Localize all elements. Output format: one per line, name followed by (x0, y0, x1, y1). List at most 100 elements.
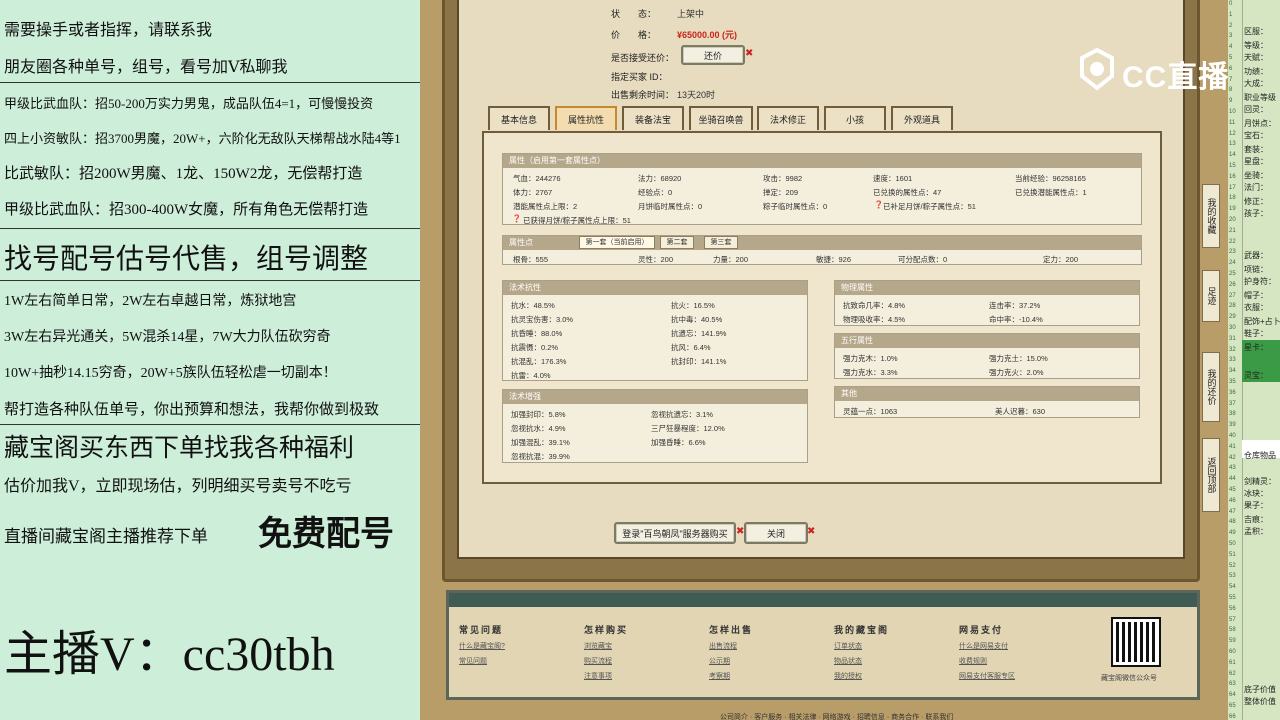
row-label: 配饰+占卜 (1244, 317, 1280, 326)
tab-basic[interactable]: 基本信息 (488, 106, 550, 130)
footer-col-title: 怎样出售 (709, 625, 754, 635)
row-label: 仓库物品 (1244, 451, 1276, 460)
buyer-id-label: 指定买家 ID： (611, 72, 668, 82)
resist-cell: 抗封印：141.1% (671, 357, 727, 366)
help-icon[interactable]: ❓ (512, 214, 521, 223)
my-favorites-button[interactable]: 我的收藏 (1202, 184, 1220, 248)
row-number: 30 (1229, 325, 1236, 331)
footer-link[interactable]: 考察期 (709, 671, 753, 681)
divider (0, 280, 420, 281)
point-set-tab-3[interactable]: 第三套 (704, 236, 738, 249)
cc-logo-icon (1080, 47, 1114, 91)
point-cell: 根骨：555 (513, 255, 549, 264)
tab-mounts-pets[interactable]: 坐骑召唤兽 (689, 106, 753, 130)
status-label: 状 态： (611, 9, 657, 19)
row-number: 42 (1229, 454, 1236, 461)
footer-link[interactable]: 什么是网易支付 (959, 641, 1015, 651)
overlay-line: 藏宝阁买东西下单找我各种福利 (4, 435, 355, 462)
my-bargains-button[interactable]: 我的还价 (1202, 352, 1220, 422)
footer-col-title: 怎样购买 (584, 625, 629, 635)
footer-link[interactable]: 收费规则 (959, 656, 1015, 666)
footer-link[interactable]: 公示期 (709, 656, 753, 666)
point-set-tab-2[interactable]: 第二套 (660, 236, 694, 249)
enhance-cell: 加强昏睡：6.6% (651, 438, 706, 447)
attr-cell: 月饼临时属性点：0 (638, 202, 703, 211)
row-number: 55 (1229, 595, 1236, 601)
row-number: 27 (1229, 292, 1236, 299)
row-number: 12 (1229, 130, 1236, 137)
point-set-tab-1[interactable]: 第一套（当前启用） (579, 236, 655, 249)
footprint-button[interactable]: 足迹 (1202, 270, 1220, 322)
attr-cell: 已兑换的属性点：47 (873, 188, 942, 197)
row-label: 衣服： (1244, 303, 1268, 312)
row-label: 武器： (1244, 251, 1268, 260)
footer-bar (449, 593, 1197, 607)
tab-child[interactable]: 小孩 (824, 106, 886, 130)
footer-link[interactable]: 出售流程 (709, 641, 753, 651)
attributes-box: 属性（启用第一套属性点） 气血：244276 法力：68920 攻击：9982 … (502, 153, 1142, 225)
five-element-title: 五行属性 (835, 334, 1139, 348)
tab-equipment[interactable]: 装备法宝 (622, 106, 684, 130)
other-box: 其他 灵蕴一点：1063 美人迟暮：630 (834, 386, 1140, 418)
row-number: 41 (1229, 443, 1236, 450)
bottom-links[interactable]: 公司简介 · 客户服务 · 相关法律 · 网络游戏 · 招聘信息 · 商务合作 … (720, 712, 953, 720)
resist-cell: 抗火：16.5% (671, 301, 715, 310)
point-cell: 可分配点数：0 (898, 255, 948, 264)
logo-text: CC直播 (1122, 61, 1230, 94)
remaining-label: 出售剩余时间： (611, 90, 675, 100)
stream-overlay-left: 需要操手或者指挥，请联系我 朋友圈各种单号，组号，看号加Ⅴ私聊我 甲级比武血队：… (0, 0, 420, 720)
footer-link[interactable]: 我的授权 (834, 671, 889, 681)
row-number: 22 (1229, 238, 1236, 245)
row-number: 56 (1229, 605, 1236, 612)
overlay-line: 3W左右异光通关，5W混杀14星，7W大力队伍砍穷奇 (4, 330, 331, 345)
footer-link[interactable]: 注意事项 (584, 671, 628, 681)
attr-cell: 潜能属性点上限：2 (513, 202, 578, 211)
row-label: 坐骑： (1244, 171, 1268, 180)
row-label: 孟积： (1244, 527, 1268, 536)
row-number: 54 (1229, 584, 1236, 591)
row-number: 9 (1229, 98, 1233, 105)
row-label: 吉痕： (1244, 515, 1268, 524)
footer-link[interactable]: 网易支付客服专区 (959, 671, 1015, 681)
footer-link[interactable]: 常见问题 (459, 656, 505, 666)
footer-link[interactable]: 订单状态 (834, 641, 889, 651)
row-number: 36 (1229, 389, 1236, 396)
footer-col-buy: 怎样购买 浏览藏宝 购买流程 注意事项 (584, 623, 628, 681)
row-label: 修正： (1244, 197, 1268, 206)
footer-link[interactable]: 物品状态 (834, 656, 889, 666)
tab-appearance[interactable]: 外观道具 (891, 106, 953, 130)
back-to-top-button[interactable]: 返回顶部 (1202, 438, 1220, 512)
footer-col-title: 常见问题 (459, 625, 504, 635)
footer-link[interactable]: 购买流程 (584, 656, 628, 666)
bargain-button[interactable]: 还价 (681, 45, 745, 65)
row-label: 月饼点： (1244, 119, 1276, 128)
tab-spell-mod[interactable]: 法术修正 (757, 106, 819, 130)
row-number: 37 (1229, 400, 1236, 407)
tab-attributes[interactable]: 属性抗性 (555, 106, 617, 130)
row-number: 16 (1229, 173, 1236, 180)
footer-col-title: 我的藏宝阁 (834, 625, 890, 635)
row-number: 0 (1229, 1, 1233, 7)
enhance-cell: 忽视抗遗忘：3.1% (651, 410, 714, 419)
footer-link[interactable]: 什么是藏宝阁? (459, 641, 505, 651)
overlay-line: 朋友圈各种单号，组号，看号加Ⅴ私聊我 (4, 59, 288, 76)
enhance-title: 法术增强 (503, 390, 807, 404)
row-number: 14 (1229, 152, 1236, 159)
cbg-page: 状 态： 上架中 价 格： ¥65000.00 (元) 是否接受还价： 指定买家 I… (420, 0, 1228, 720)
footer-link[interactable]: 浏览藏宝 (584, 641, 628, 651)
help-icon[interactable]: ❓ (874, 200, 883, 209)
close-button[interactable]: 关闭 (744, 522, 808, 544)
point-cell: 敏捷：926 (816, 255, 852, 264)
attr-cell: 已获得月饼/粽子属性点上限：51 (523, 216, 631, 225)
five-cell: 强力克火：2.0% (989, 368, 1044, 377)
row-label: 鞋子： (1244, 329, 1268, 338)
row-number: 58 (1229, 627, 1236, 634)
login-server-buy-button[interactable]: 登录"百鸟朝凤"服务器购买 (614, 522, 736, 544)
row-number: 46 (1229, 497, 1236, 504)
bargain-label: 是否接受还价： (611, 53, 675, 63)
row-number: 43 (1229, 465, 1236, 472)
attributes-title: 属性（启用第一套属性点） (503, 154, 1141, 168)
overlay-line: 直播间藏宝阁主播推荐下单 (4, 527, 208, 546)
row-number: 51 (1229, 551, 1236, 558)
attr-cell: 当前经验：96258165 (1015, 174, 1086, 183)
